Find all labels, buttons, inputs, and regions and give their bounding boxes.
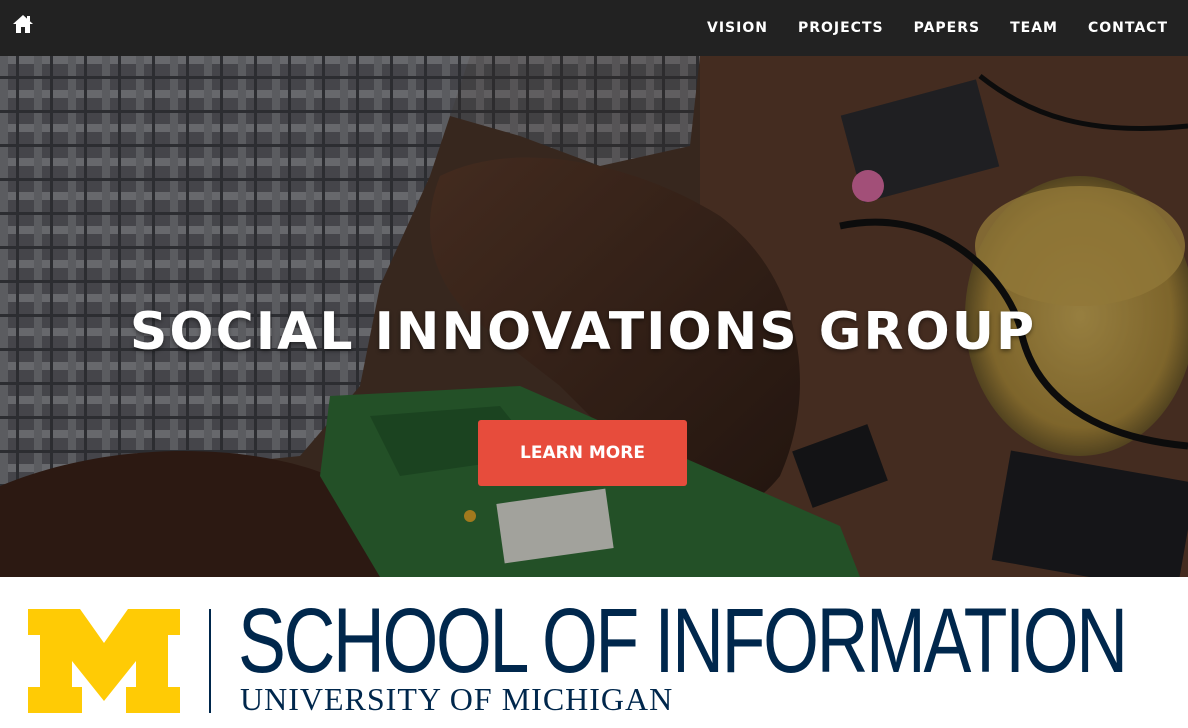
university-name: UNIVERSITY OF MICHIGAN [240, 681, 674, 717]
home-icon[interactable] [12, 13, 34, 35]
block-m-logo [28, 609, 180, 713]
nav-projects[interactable]: PROJECTS [798, 20, 884, 36]
hero-section: SOCIAL INNOVATIONS GROUP LEARN MORE [0, 56, 1188, 577]
nav-menu: VISION PROJECTS PAPERS TEAM CONTACT [677, 0, 1168, 56]
nav-team[interactable]: TEAM [1010, 20, 1058, 36]
school-of-information-logo: SCHOOL OF INFORMATION UNIVERSITY OF MICH… [0, 577, 1188, 728]
nav-contact[interactable]: CONTACT [1088, 20, 1168, 36]
logo-divider [209, 609, 211, 713]
nav-papers[interactable]: PAPERS [914, 20, 981, 36]
nav-vision[interactable]: VISION [707, 20, 768, 36]
learn-more-button[interactable]: LEARN MORE [478, 420, 687, 486]
school-name: SCHOOL OF INFORMATION [238, 590, 1128, 692]
hero-title: SOCIAL INNOVATIONS GROUP [129, 302, 1037, 362]
navbar: VISION PROJECTS PAPERS TEAM CONTACT [0, 0, 1188, 56]
